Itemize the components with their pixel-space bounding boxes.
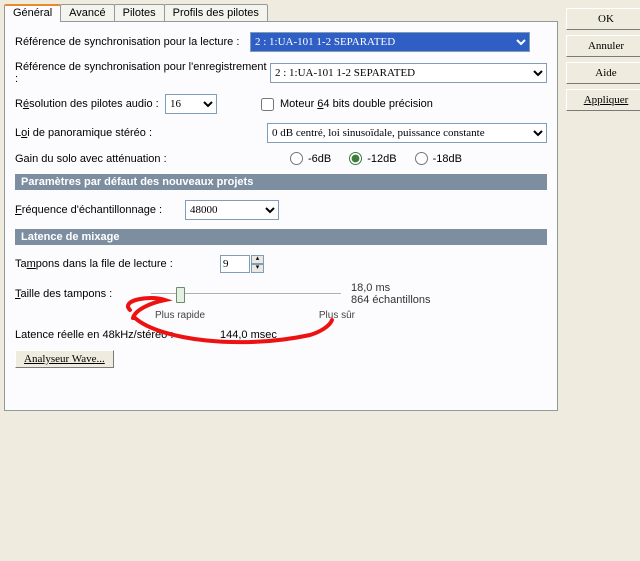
general-panel: Référence de synchronisation pour la lec…	[4, 21, 558, 411]
label-pan-law: Loi de panoramique stéréo :	[15, 127, 250, 139]
buffers-spin-up[interactable]: ▴	[251, 255, 264, 264]
label-buffers: Tampons dans la file de lecture :	[15, 258, 220, 270]
label-buffer-size: Taille des tampons :	[15, 288, 145, 300]
label-safer: Plus sûr	[319, 310, 355, 321]
buffer-size-slider[interactable]	[151, 285, 341, 303]
radio-18db[interactable]: -18dB	[415, 152, 462, 165]
help-button[interactable]: Aide	[566, 62, 640, 84]
play-sync-select[interactable]: 2 : 1:UA-101 1-2 SEPARATED	[250, 32, 530, 52]
latency-info: 18,0 ms 864 échantillons	[351, 282, 431, 306]
ok-button[interactable]: OK	[566, 8, 640, 30]
slider-thumb[interactable]	[176, 287, 185, 303]
cancel-button[interactable]: Annuler	[566, 35, 640, 57]
engine64-checkbox[interactable]: Moteur 64 bits double précision	[261, 98, 433, 111]
engine64-input[interactable]	[261, 98, 274, 111]
label-resolution: Résolution des pilotes audio :	[15, 98, 165, 110]
resolution-select[interactable]: 16	[165, 94, 217, 114]
radio-6db[interactable]: -6dB	[290, 152, 331, 165]
sample-rate-select[interactable]: 48000	[185, 200, 279, 220]
label-play-sync: Référence de synchronisation pour la lec…	[15, 36, 250, 48]
tab-advanced[interactable]: Avancé	[60, 4, 115, 21]
buffers-spin-down[interactable]: ▾	[251, 264, 264, 273]
label-sample-rate: Fréquence d'échantillonnage :	[15, 204, 185, 216]
wave-analyzer-button[interactable]: Analyseur Wave...	[15, 350, 114, 368]
section-defaults: Paramètres par défaut des nouveaux proje…	[15, 174, 547, 190]
label-rec-sync: Référence de synchronisation pour l'enre…	[15, 61, 270, 85]
pan-law-select[interactable]: 0 dB centré, loi sinusoïdale, puissance …	[267, 123, 547, 143]
tab-profiles[interactable]: Profils des pilotes	[164, 4, 268, 21]
buffers-input[interactable]	[220, 255, 250, 273]
tab-general[interactable]: Général	[4, 4, 61, 22]
apply-button[interactable]: Appliquer	[566, 89, 640, 111]
rec-sync-select[interactable]: 2 : 1:UA-101 1-2 SEPARATED	[270, 63, 547, 83]
section-latency: Latence de mixage	[15, 229, 547, 245]
tab-drivers[interactable]: Pilotes	[114, 4, 165, 21]
label-solo-gain: Gain du solo avec atténuation :	[15, 153, 250, 165]
engine64-label: Moteur 64 bits double précision	[280, 98, 433, 110]
radio-12db[interactable]: -12dB	[349, 152, 396, 165]
real-latency-value: 144,0 msec	[220, 329, 277, 341]
label-faster: Plus rapide	[155, 310, 205, 321]
label-real-latency: Latence réelle en 48kHz/stéréo :	[15, 329, 220, 341]
